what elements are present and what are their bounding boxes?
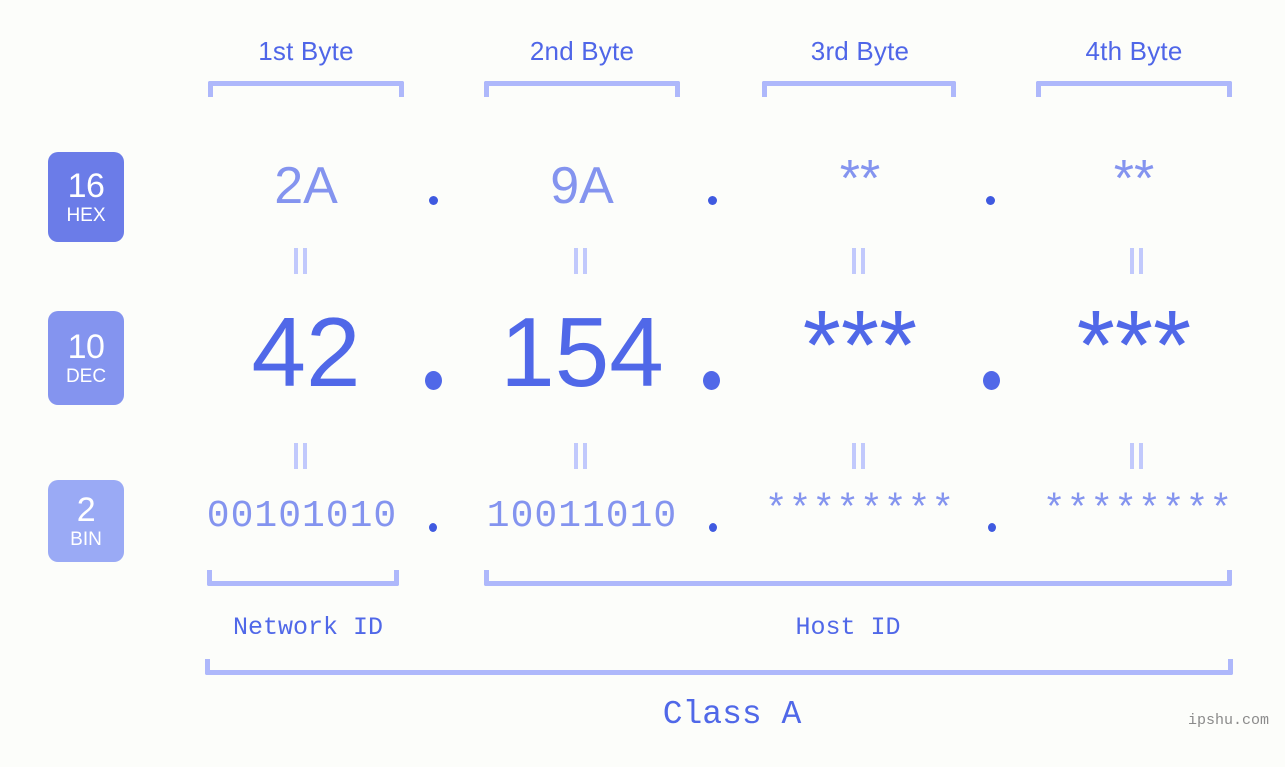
- dec-byte-3: ***: [802, 290, 918, 400]
- base-badge-hex: 16 HEX: [48, 152, 124, 242]
- equals-mark-1-2: [574, 248, 588, 274]
- dec-separator-2: [703, 371, 720, 390]
- byte-bracket-top-4: [1036, 81, 1232, 97]
- hex-byte-1: 2A: [274, 157, 338, 215]
- watermark: ipshu.com: [1187, 712, 1269, 729]
- bin-byte-4: ********: [1042, 489, 1234, 532]
- base-abbr-hex: HEX: [66, 205, 106, 226]
- byte-bracket-top-2: [484, 81, 680, 97]
- hex-byte-2: 9A: [550, 157, 614, 215]
- equals-mark-1-3: [852, 248, 866, 274]
- base-radix-dec: 10: [67, 328, 105, 366]
- base-radix-hex: 16: [67, 167, 105, 205]
- class-bracket: [205, 659, 1233, 675]
- hex-separator-2: [708, 196, 717, 205]
- equals-mark-1-1: [294, 248, 308, 274]
- hex-byte-4: **: [1113, 150, 1155, 208]
- equals-mark-2-4: [1130, 443, 1144, 469]
- base-radix-bin: 2: [76, 491, 96, 529]
- hex-separator-1: [429, 196, 438, 205]
- base-abbr-dec: DEC: [65, 366, 107, 387]
- bin-byte-2: 10011010: [486, 495, 678, 538]
- network-id-bracket: [207, 570, 399, 586]
- host-id-bracket: [484, 570, 1232, 586]
- equals-mark-2-3: [852, 443, 866, 469]
- dec-byte-1: 42: [251, 297, 361, 407]
- equals-mark-2-2: [574, 443, 588, 469]
- bin-separator-1: [429, 523, 437, 532]
- hex-separator-3: [986, 196, 995, 205]
- base-badge-dec: 10 DEC: [48, 311, 124, 405]
- ip-breakdown-diagram: 1st Byte 2nd Byte 3rd Byte 4th Byte 16 H…: [0, 0, 1285, 767]
- byte-header-4: 4th Byte: [1085, 36, 1183, 66]
- equals-mark-1-4: [1130, 248, 1144, 274]
- bin-separator-3: [988, 523, 996, 532]
- dec-byte-2: 154: [500, 297, 664, 407]
- byte-bracket-top-1: [208, 81, 404, 97]
- byte-bracket-top-3: [762, 81, 956, 97]
- equals-mark-2-1: [294, 443, 308, 469]
- byte-header-2: 2nd Byte: [529, 36, 635, 66]
- host-id-label: Host ID: [795, 613, 901, 642]
- base-abbr-bin: BIN: [70, 529, 102, 550]
- byte-header-1: 1st Byte: [258, 36, 354, 66]
- dec-separator-1: [425, 371, 442, 390]
- bin-byte-3: ********: [764, 489, 956, 532]
- dec-byte-4: ***: [1076, 290, 1192, 400]
- byte-header-3: 3rd Byte: [810, 36, 910, 66]
- dec-separator-3: [983, 371, 1000, 390]
- class-label: Class A: [662, 696, 802, 733]
- bin-separator-2: [709, 523, 717, 532]
- network-id-label: Network ID: [232, 613, 384, 642]
- hex-byte-3: **: [839, 150, 881, 208]
- bin-byte-1: 00101010: [206, 495, 398, 538]
- base-badge-bin: 2 BIN: [48, 480, 124, 562]
